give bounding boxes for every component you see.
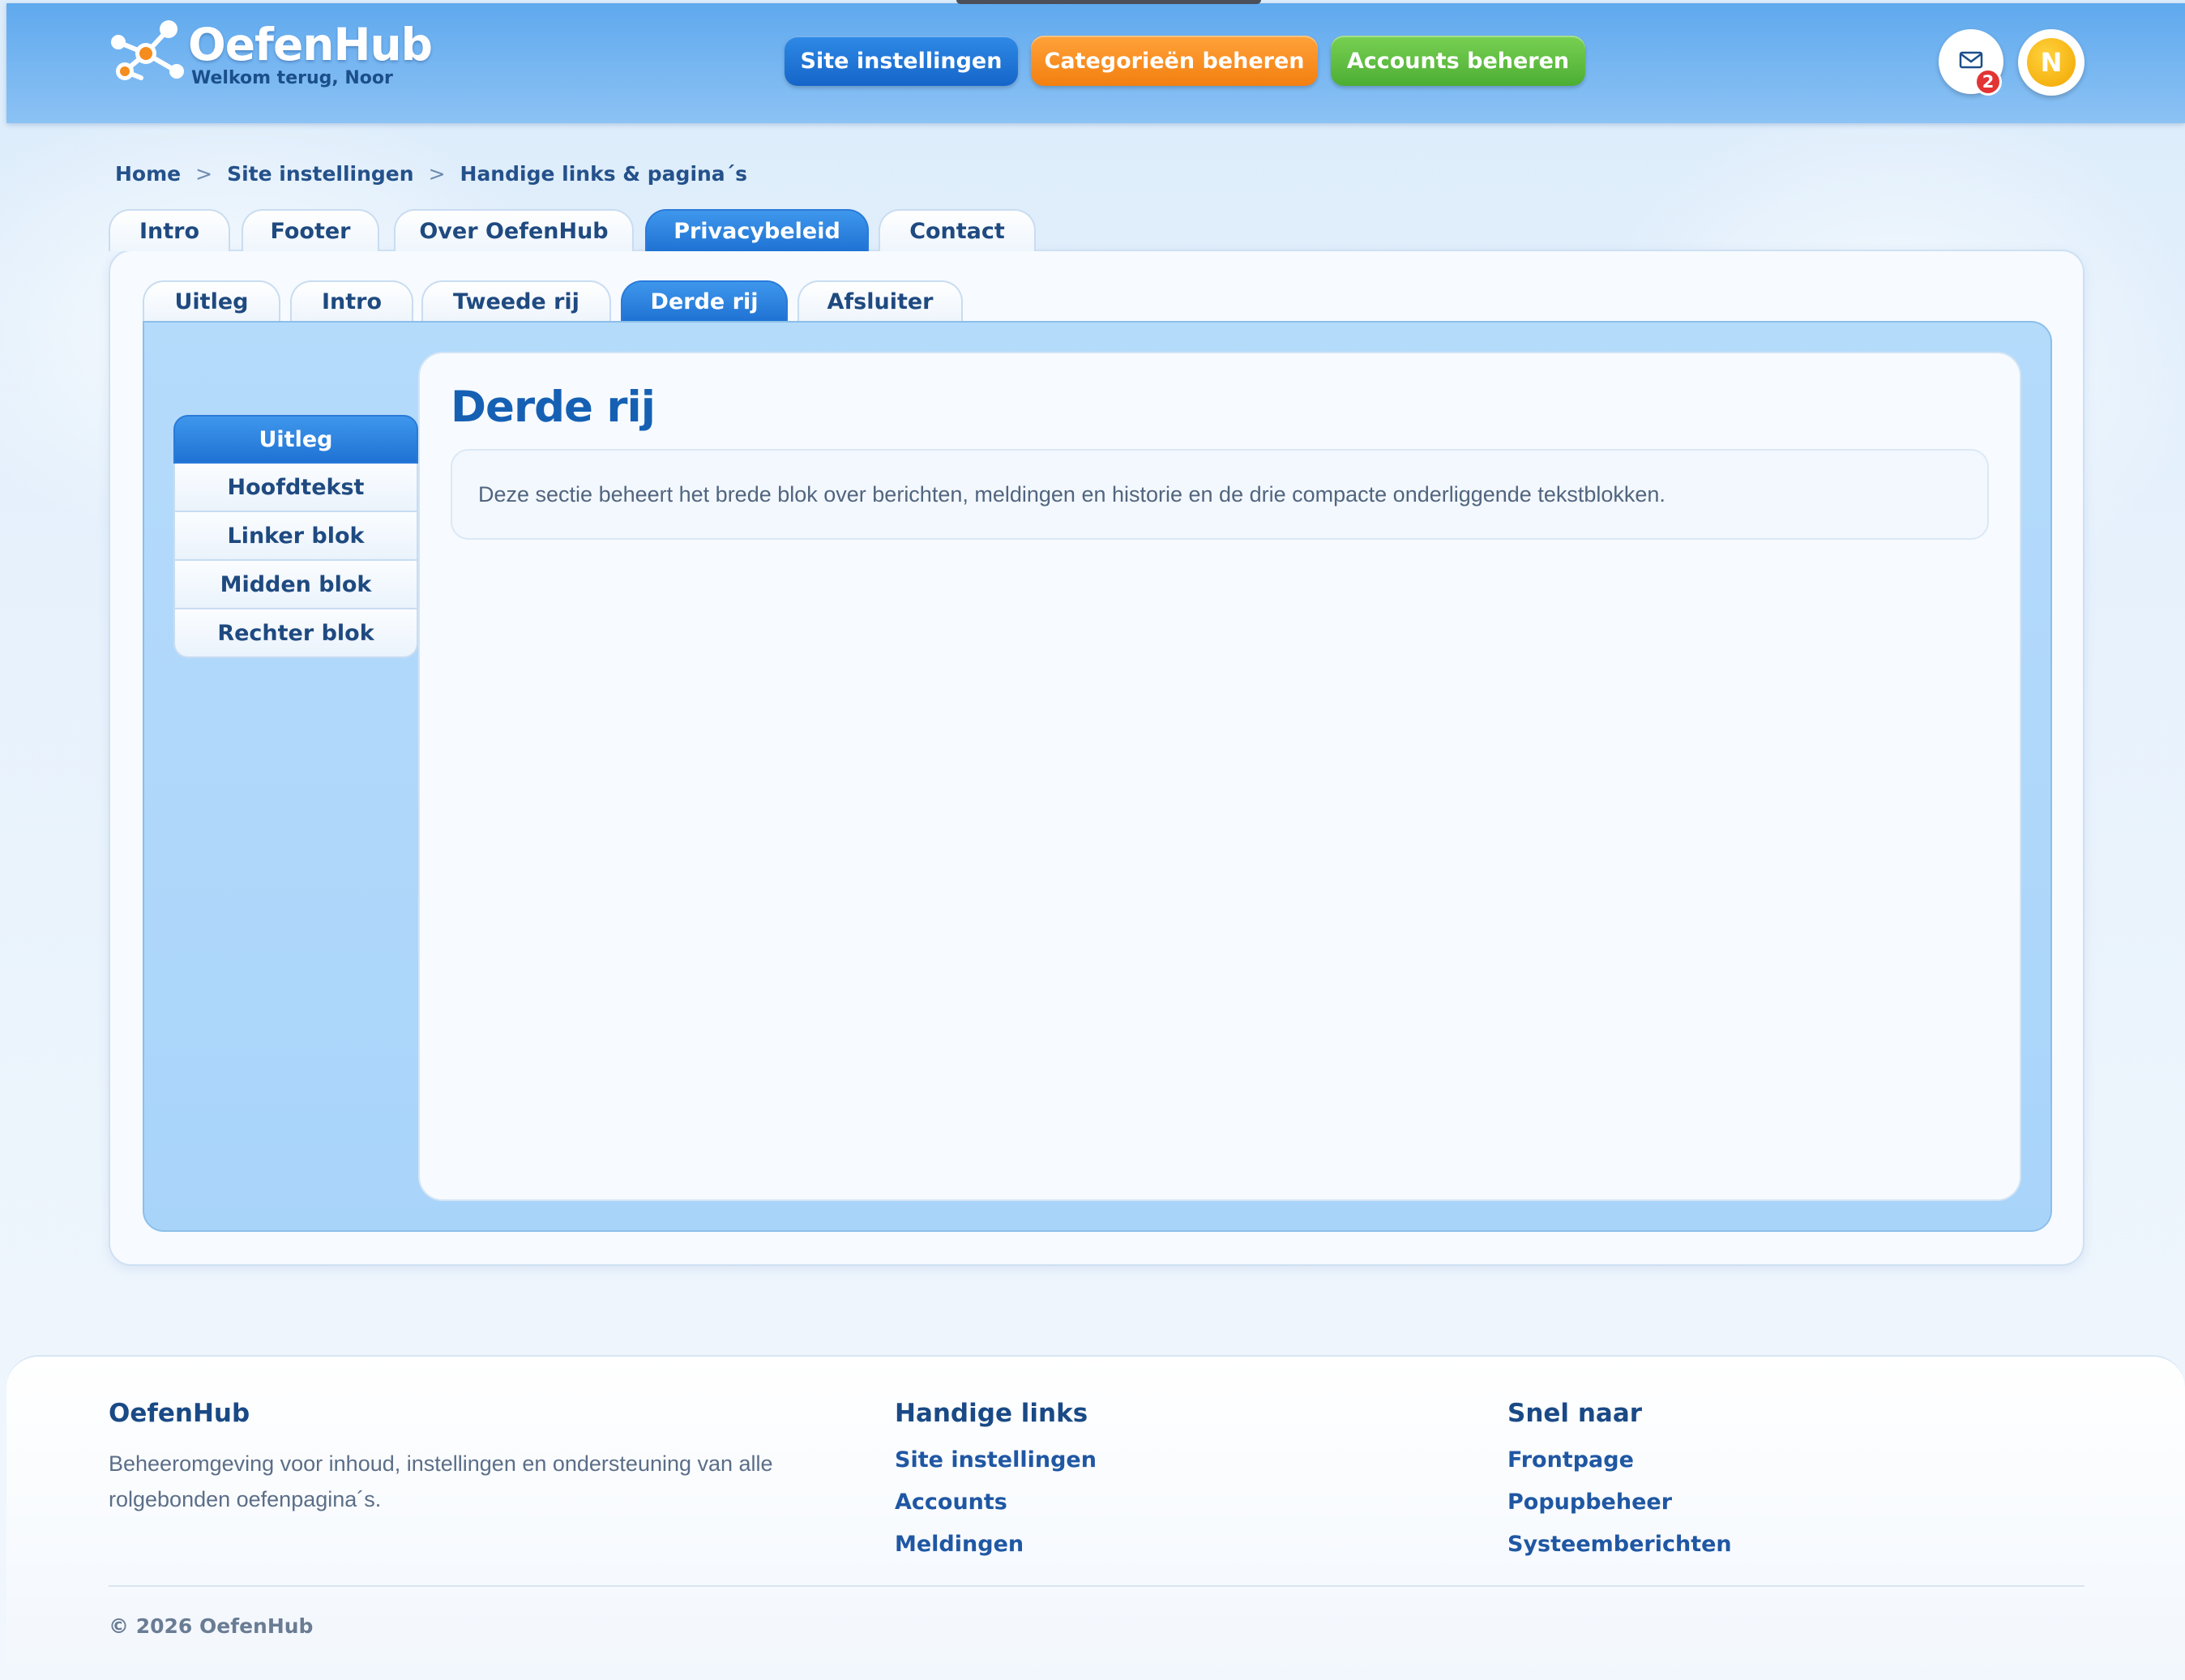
mail-icon: [1959, 50, 1983, 73]
footer-link-systeemberichten[interactable]: Systeemberichten: [1507, 1532, 1732, 1557]
side-menu-hoofdtekst[interactable]: Hoofdtekst: [173, 464, 418, 512]
avatar: N: [2027, 38, 2076, 87]
footer-link-popupbeheer[interactable]: Popupbeheer: [1507, 1490, 1672, 1515]
info-box: Deze sectie beheert het brede blok over …: [451, 449, 1989, 540]
side-menu: Uitleg Hoofdtekst Linker blok Midden blo…: [173, 415, 418, 658]
user-avatar-button[interactable]: N: [2018, 29, 2085, 96]
subtab-afsluiter[interactable]: Afsluiter: [797, 280, 963, 321]
breadcrumb: Home > Site instellingen > Handige links…: [115, 162, 747, 186]
tab-over-oefenhub[interactable]: Over OefenHub: [394, 209, 634, 251]
side-menu-linker-blok[interactable]: Linker blok: [173, 512, 418, 561]
tab-privacybeleid[interactable]: Privacybeleid: [645, 209, 869, 251]
footer-divider: [109, 1585, 2085, 1587]
footer-quick-title: Snel naar: [1507, 1399, 1643, 1428]
breadcrumb-current: Handige links & pagina´s: [460, 162, 748, 186]
notification-badge: 2: [1974, 68, 2002, 96]
subtab-derde-rij[interactable]: Derde rij: [621, 280, 788, 321]
footer-link-frontpage[interactable]: Frontpage: [1507, 1447, 1634, 1473]
side-menu-midden-blok[interactable]: Midden blok: [173, 561, 418, 609]
breadcrumb-home[interactable]: Home: [115, 162, 181, 186]
subtab-uitleg[interactable]: Uitleg: [143, 280, 280, 321]
subtab-intro[interactable]: Intro: [290, 280, 413, 321]
breadcrumb-site-settings[interactable]: Site instellingen: [227, 162, 414, 186]
footer-links-title: Handige links: [895, 1399, 1088, 1428]
molecule-logo-icon: [107, 18, 185, 88]
breadcrumb-separator: >: [195, 162, 213, 186]
tab-contact[interactable]: Contact: [879, 209, 1036, 251]
footer-link-meldingen[interactable]: Meldingen: [895, 1532, 1024, 1557]
manage-categories-button[interactable]: Categorieën beheren: [1031, 36, 1318, 86]
site-settings-button[interactable]: Site instellingen: [785, 36, 1018, 86]
footer-copyright: © 2026 OefenHub: [109, 1614, 314, 1638]
footer-brand-title: OefenHub: [109, 1399, 250, 1428]
info-text: Deze sectie beheert het brede blok over …: [478, 481, 1665, 507]
subtab-tweede-rij[interactable]: Tweede rij: [421, 280, 611, 321]
side-menu-rechter-blok[interactable]: Rechter blok: [173, 609, 418, 658]
window-notch: [956, 0, 1261, 4]
footer-description: Beheeromgeving voor inhoud, instellingen…: [109, 1451, 773, 1511]
side-menu-uitleg[interactable]: Uitleg: [173, 415, 418, 464]
manage-accounts-button[interactable]: Accounts beheren: [1331, 36, 1585, 86]
logo[interactable]: OefenHub Welkom terug, Noor: [107, 18, 433, 88]
page-title: Derde rij: [451, 383, 656, 432]
app-name: OefenHub: [188, 19, 433, 71]
footer-link-accounts[interactable]: Accounts: [895, 1490, 1007, 1515]
breadcrumb-separator: >: [428, 162, 446, 186]
tab-footer[interactable]: Footer: [242, 209, 379, 251]
footer: [6, 1355, 2185, 1680]
tab-intro[interactable]: Intro: [109, 209, 230, 251]
footer-link-site-settings[interactable]: Site instellingen: [895, 1447, 1097, 1473]
